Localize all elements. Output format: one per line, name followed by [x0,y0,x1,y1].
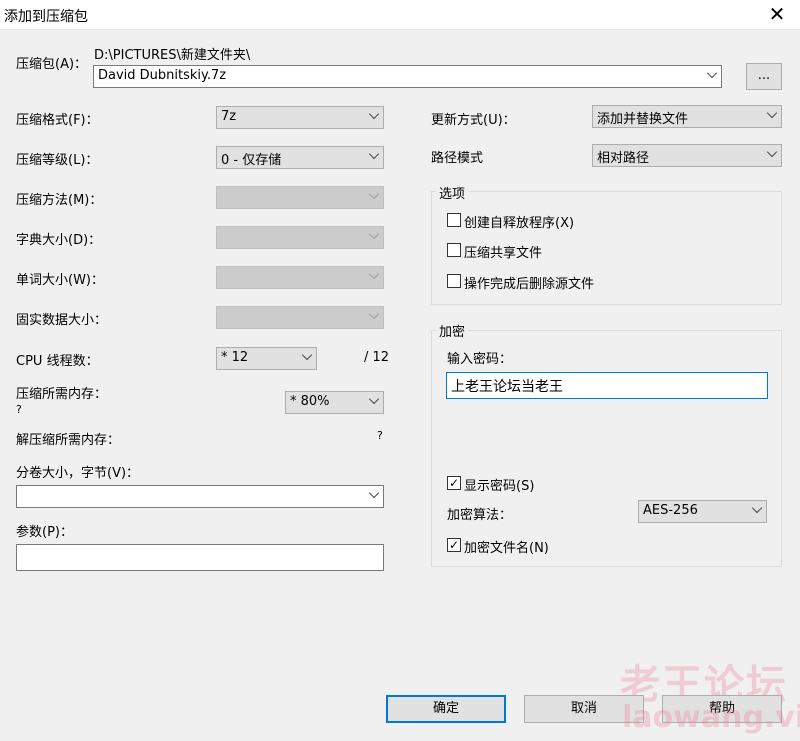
show-password-checkbox[interactable]: ✓ [447,476,461,490]
mem-select[interactable]: * 80% [285,391,384,414]
level-label: 压缩等级(L)： [16,153,99,168]
sfx-checkbox[interactable] [447,213,461,227]
password-label: 输入密码： [447,352,513,367]
level-select[interactable]: 0 - 仅存储 [216,146,384,169]
format-select[interactable]: 7z [216,106,384,129]
update-select[interactable]: 添加并替换文件 [592,105,782,128]
algo-value: AES-256 [643,503,698,518]
mem-label: 压缩所需内存： [16,387,108,402]
encrypt-names-label[interactable]: 加密文件名(N) [464,537,549,556]
chevron-down-icon [368,108,380,120]
mem-value: ? [16,403,22,416]
chevron-down-icon [368,268,380,280]
options-title: 选项 [436,183,469,202]
window-title: 添加到压缩包 [4,9,88,25]
sfx-label[interactable]: 创建自释放程序(X) [464,212,574,231]
archive-path: D:\PICTURES\新建文件夹\ [94,48,251,63]
chevron-down-icon [368,487,380,499]
pathmode-label: 路径模式 [431,151,484,166]
delete-checkbox[interactable] [447,274,461,288]
dict-select [216,226,384,249]
method-select [216,186,384,209]
method-label: 压缩方法(M)： [16,193,103,208]
show-password-label[interactable]: 显示密码(S) [464,475,534,494]
word-select [216,266,384,289]
update-label: 更新方式(U)： [431,113,516,128]
chevron-down-icon [706,67,718,79]
chevron-down-icon [751,502,763,514]
cpu-value: * 12 [221,350,249,365]
encrypt-names-checkbox[interactable]: ✓ [447,538,461,552]
cpu-max: / 12 [364,350,390,365]
pathmode-select[interactable]: 相对路径 [592,144,782,167]
chevron-down-icon [301,349,313,361]
algo-select[interactable]: AES-256 [638,500,767,523]
archive-name-combo[interactable]: David Dubnitskiy.7z [93,65,722,88]
mem-select-value: * 80% [290,394,330,409]
shared-checkbox[interactable] [447,243,461,257]
chevron-down-icon [368,308,380,320]
pathmode-value: 相对路径 [597,151,650,166]
chevron-down-icon [766,146,778,158]
ok-button[interactable]: 确定 [386,695,506,723]
dict-label: 字典大小(D)： [16,233,102,248]
solid-select [216,306,384,329]
dmem-label: 解压缩所需内存： [16,433,121,448]
password-input[interactable]: 上老王论坛当老王 [446,372,768,399]
solid-label: 固实数据大小： [16,313,108,328]
chevron-down-icon [368,148,380,160]
shared-label[interactable]: 压缩共享文件 [464,242,542,261]
chevron-down-icon [368,228,380,240]
volume-combo[interactable] [16,485,384,508]
title-bar [0,0,800,30]
format-label: 压缩格式(F)： [16,113,99,128]
cpu-label: CPU 线程数： [16,354,99,369]
chevron-down-icon [766,107,778,119]
cpu-select[interactable]: * 12 [216,347,317,370]
archive-label: 压缩包(A)： [16,57,88,72]
update-value: 添加并替换文件 [597,112,689,127]
watermark-en: laowang.vip [622,700,800,735]
browse-button[interactable]: ... [746,63,782,90]
word-label: 单词大小(W)： [16,273,104,288]
params-input[interactable] [16,544,384,571]
format-value: 7z [221,109,237,124]
chevron-down-icon [368,393,380,405]
chevron-down-icon [368,188,380,200]
level-value: 0 - 仅存储 [221,153,282,168]
params-label: 参数(P)： [16,525,73,540]
archive-name-value: David Dubnitskiy.7z [98,68,227,83]
close-icon[interactable]: ✕ [764,2,790,26]
dmem-value: ? [377,429,383,442]
encryption-title: 加密 [436,321,469,340]
delete-label[interactable]: 操作完成后删除源文件 [464,273,594,292]
volume-label: 分卷大小，字节(V)： [16,466,140,481]
algo-label: 加密算法： [447,508,513,523]
